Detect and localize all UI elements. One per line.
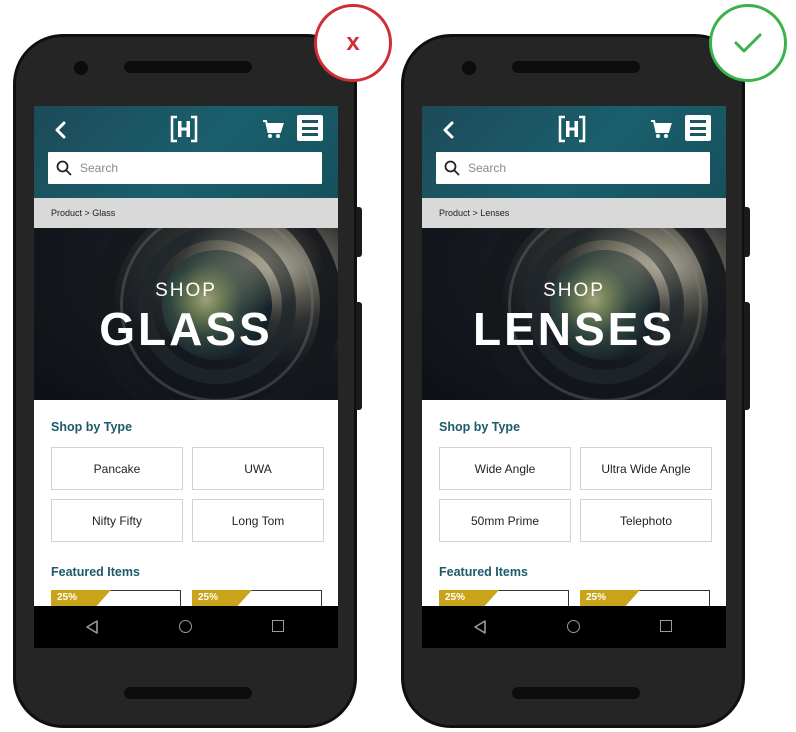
search-bar[interactable] bbox=[436, 152, 710, 184]
hero-title: GLASS bbox=[99, 303, 273, 355]
back-arrow-icon[interactable] bbox=[51, 120, 71, 140]
brand-logo-icon[interactable] bbox=[170, 115, 198, 143]
earpiece-speaker bbox=[512, 61, 640, 73]
bottom-speaker bbox=[512, 687, 640, 699]
search-bar[interactable] bbox=[48, 152, 322, 184]
hero-title: LENSES bbox=[472, 303, 676, 355]
search-icon bbox=[444, 160, 460, 176]
discount-badge: 25% bbox=[580, 590, 640, 606]
android-nav-bar bbox=[34, 606, 338, 648]
shop-by-type-heading: Shop by Type bbox=[51, 420, 133, 434]
featured-items-heading: Featured Items bbox=[439, 565, 528, 579]
cart-icon[interactable] bbox=[650, 118, 672, 140]
power-button bbox=[744, 302, 750, 410]
discount-badge: 25% bbox=[439, 590, 499, 606]
brand-logo-icon[interactable] bbox=[558, 115, 586, 143]
hero-banner: SHOP GLASS bbox=[34, 228, 338, 400]
hero-subtitle: SHOP bbox=[543, 280, 605, 301]
app-header bbox=[34, 106, 338, 198]
nav-back-icon[interactable] bbox=[472, 619, 488, 635]
discount-badge: 25% bbox=[192, 590, 252, 606]
correct-badge bbox=[709, 4, 787, 82]
nav-recents-icon[interactable] bbox=[660, 620, 672, 632]
android-nav-bar bbox=[422, 606, 726, 648]
hero-subtitle: SHOP bbox=[155, 280, 217, 301]
search-icon bbox=[56, 160, 72, 176]
earpiece-speaker bbox=[124, 61, 252, 73]
shop-by-type-heading: Shop by Type bbox=[439, 420, 521, 434]
search-input[interactable] bbox=[80, 152, 316, 184]
menu-icon[interactable] bbox=[685, 115, 711, 141]
back-arrow-icon[interactable] bbox=[439, 120, 459, 140]
featured-items-heading: Featured Items bbox=[51, 565, 140, 579]
nav-home-icon[interactable] bbox=[567, 620, 580, 633]
power-button bbox=[356, 302, 362, 410]
type-button[interactable]: Nifty Fifty bbox=[51, 499, 183, 542]
phone-mockup-right: Product > Lenses SHOP LENSES Shop by Typ… bbox=[401, 34, 750, 728]
phone-screen: Product > Glass SHOP GLASS Shop by Type … bbox=[34, 106, 338, 648]
incorrect-badge: x bbox=[314, 4, 392, 82]
type-button[interactable]: UWA bbox=[192, 447, 324, 490]
type-button[interactable]: Ultra Wide Angle bbox=[580, 447, 712, 490]
volume-button bbox=[744, 207, 750, 257]
hero-banner: SHOP LENSES bbox=[422, 228, 726, 400]
checkmark-icon bbox=[734, 33, 762, 53]
discount-badge: 25% bbox=[51, 590, 111, 606]
type-button[interactable]: Pancake bbox=[51, 447, 183, 490]
front-camera bbox=[462, 61, 476, 75]
front-camera bbox=[74, 61, 88, 75]
type-button[interactable]: Telephoto bbox=[580, 499, 712, 542]
nav-back-icon[interactable] bbox=[84, 619, 100, 635]
phone-screen: Product > Lenses SHOP LENSES Shop by Typ… bbox=[422, 106, 726, 648]
nav-home-icon[interactable] bbox=[179, 620, 192, 633]
nav-recents-icon[interactable] bbox=[272, 620, 284, 632]
cross-mark-icon: x bbox=[346, 29, 360, 56]
cart-icon[interactable] bbox=[262, 118, 284, 140]
phone-mockup-left: Product > Glass SHOP GLASS Shop by Type … bbox=[13, 34, 362, 728]
breadcrumb: Product > Glass bbox=[34, 198, 338, 228]
bottom-speaker bbox=[124, 687, 252, 699]
type-button[interactable]: Long Tom bbox=[192, 499, 324, 542]
type-button[interactable]: Wide Angle bbox=[439, 447, 571, 490]
volume-button bbox=[356, 207, 362, 257]
type-button[interactable]: 50mm Prime bbox=[439, 499, 571, 542]
menu-icon[interactable] bbox=[297, 115, 323, 141]
search-input[interactable] bbox=[468, 152, 704, 184]
breadcrumb: Product > Lenses bbox=[422, 198, 726, 228]
app-header bbox=[422, 106, 726, 198]
